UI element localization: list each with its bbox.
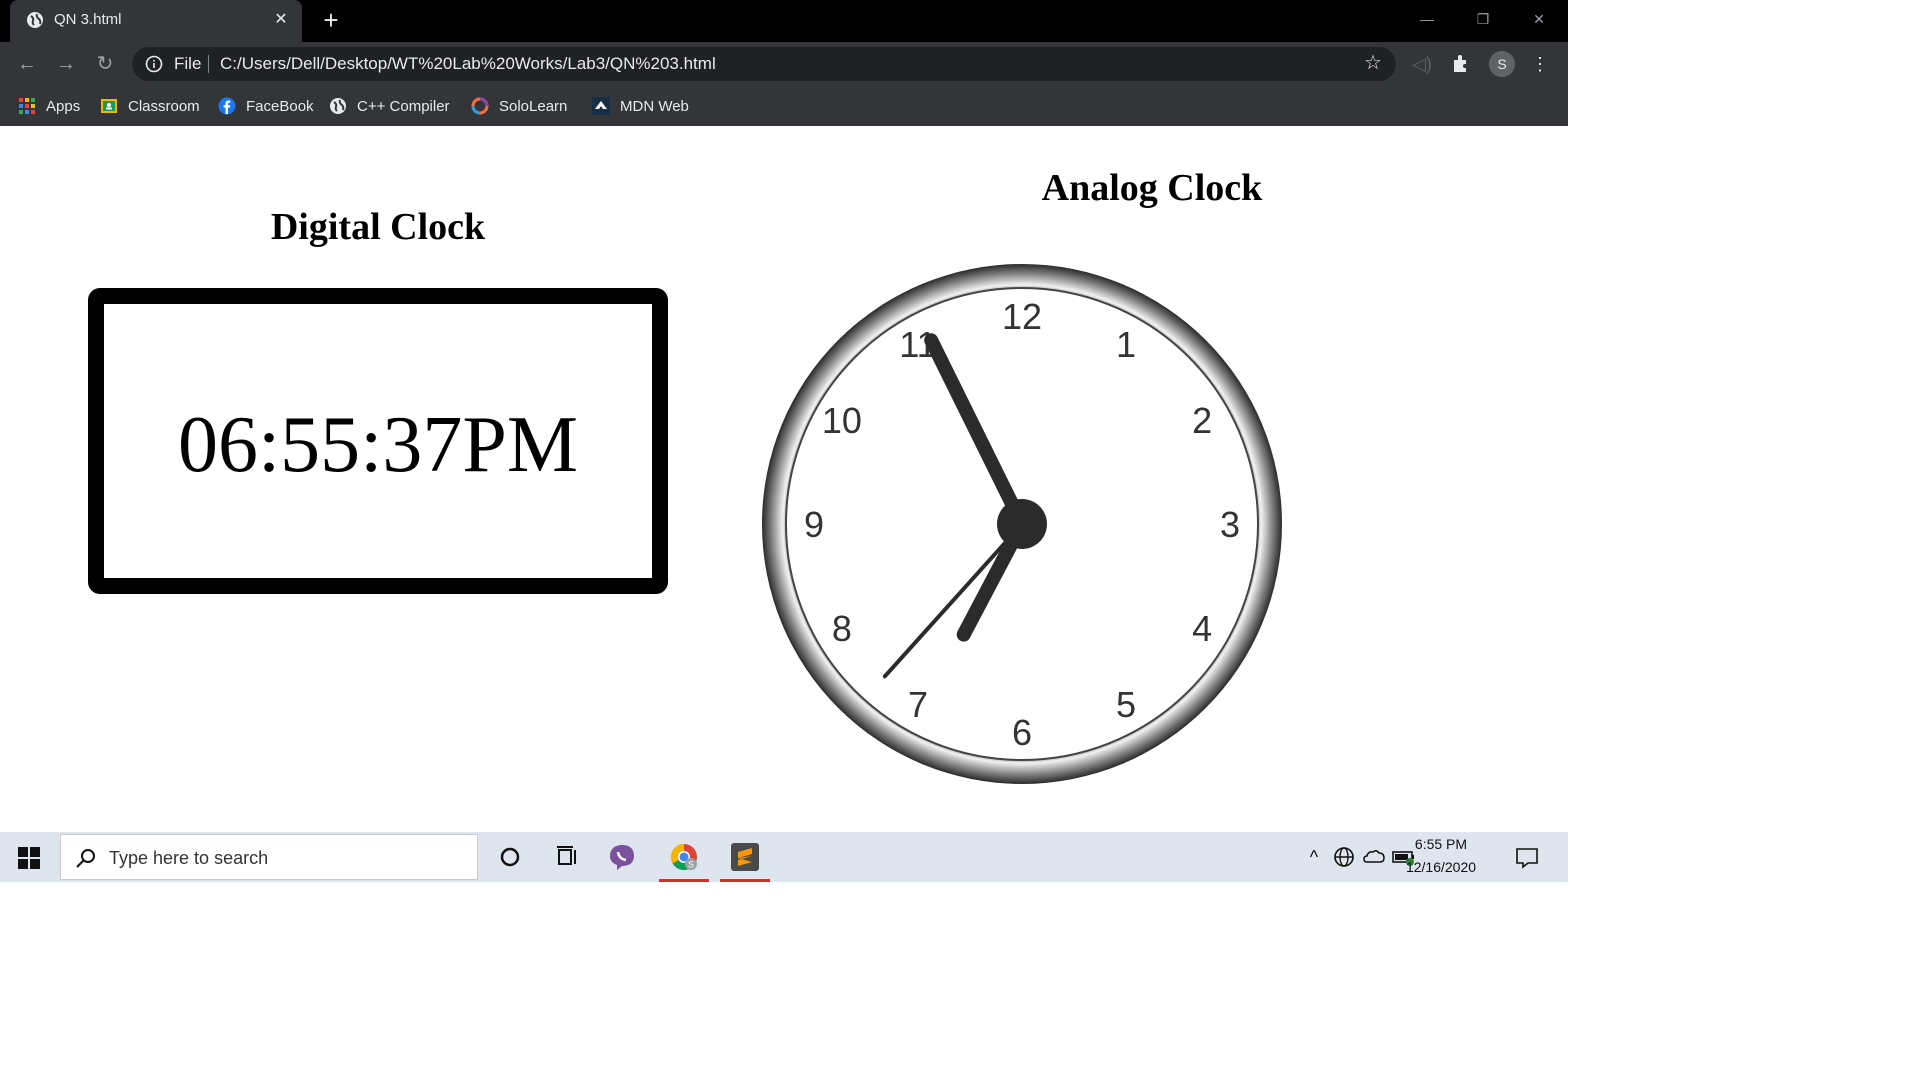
clock-center-cap xyxy=(997,499,1047,549)
bookmark-apps[interactable]: Apps xyxy=(18,94,80,118)
notifications-icon[interactable] xyxy=(1514,842,1540,872)
minimize-icon[interactable]: — xyxy=(1412,8,1442,30)
bookmark-label: MDN Web xyxy=(620,97,689,115)
windows-start-icon[interactable] xyxy=(18,847,40,869)
restore-icon[interactable]: ❐ xyxy=(1468,8,1498,30)
media-icon[interactable]: ◁) xyxy=(1410,52,1434,76)
task-view-icon[interactable] xyxy=(553,842,583,872)
digital-clock-frame: 06:55:37PM xyxy=(88,288,668,594)
bookmark-label: Apps xyxy=(46,97,81,115)
clock-numeral-8: 8 xyxy=(832,608,852,649)
clock-numeral-2: 2 xyxy=(1192,400,1212,441)
search-icon xyxy=(76,849,95,868)
svg-text:S: S xyxy=(688,860,694,870)
clock-numeral-10: 10 xyxy=(822,400,862,441)
taskbar: Type here to search S ^ 6:55 PM 12/16/20… xyxy=(0,832,1568,882)
bookmark-label: Classroom xyxy=(128,97,200,115)
sublime-active-indicator xyxy=(720,879,770,882)
apps-grid-icon xyxy=(19,98,35,114)
globe-icon xyxy=(330,98,346,114)
address-bar[interactable]: File C:/Users/Dell/Desktop/WT%20Lab%20Wo… xyxy=(132,47,1396,81)
reload-icon[interactable]: ↻ xyxy=(91,50,119,78)
cortana-icon[interactable] xyxy=(495,842,525,872)
back-icon[interactable]: ← xyxy=(13,50,41,78)
clock-numeral-5: 5 xyxy=(1116,684,1136,725)
onedrive-icon[interactable] xyxy=(1362,842,1386,872)
menu-icon[interactable]: ⋮ xyxy=(1528,52,1552,76)
taskbar-date[interactable]: 12/16/2020 xyxy=(1396,859,1486,875)
analog-clock: 121234567891011 xyxy=(762,264,1282,784)
browser-toolbar: ← → ↻ File C:/Users/Dell/Desktop/WT%20La… xyxy=(0,42,1568,86)
classroom-icon xyxy=(101,99,117,113)
extensions-icon[interactable] xyxy=(1450,52,1474,76)
sololearn-icon xyxy=(471,97,489,115)
bookmark-label: FaceBook xyxy=(246,97,314,115)
clock-numeral-1: 1 xyxy=(1116,324,1136,365)
taskbar-time[interactable]: 6:55 PM xyxy=(1396,836,1486,852)
tab-title: QN 3.html xyxy=(54,11,122,28)
forward-icon[interactable]: → xyxy=(52,50,80,78)
search-placeholder: Type here to search xyxy=(109,848,269,868)
sublime-text-icon[interactable] xyxy=(730,842,760,872)
bookmark-classroom[interactable]: Classroom xyxy=(100,94,200,118)
profile-avatar[interactable]: S xyxy=(1489,51,1515,77)
viber-icon[interactable] xyxy=(607,842,637,872)
clock-numeral-12: 12 xyxy=(1002,296,1042,337)
facebook-icon xyxy=(218,97,236,115)
info-icon[interactable] xyxy=(145,55,163,73)
globe-icon xyxy=(27,12,43,28)
scheme-label: File xyxy=(174,54,202,73)
analog-clock-heading: Analog Clock xyxy=(1041,167,1263,209)
network-globe-icon[interactable] xyxy=(1332,842,1356,872)
digital-clock-heading: Digital Clock xyxy=(270,206,486,248)
mdn-icon xyxy=(592,97,610,115)
clock-numeral-3: 3 xyxy=(1220,504,1240,545)
taskbar-search-box[interactable]: Type here to search xyxy=(60,834,478,880)
chevron-up-icon[interactable]: ^ xyxy=(1302,842,1326,872)
digital-clock-face: 06:55:37PM xyxy=(104,304,652,578)
bookmark-sololearn[interactable]: SoloLearn xyxy=(471,94,567,118)
bookmarks-bar: Apps Classroom FaceBook C++ Compiler Sol… xyxy=(0,86,1568,126)
omnibox-divider xyxy=(208,55,209,73)
clock-numeral-7: 7 xyxy=(908,684,928,725)
bookmark-mdn[interactable]: MDN Web xyxy=(592,94,689,118)
url-text[interactable]: C:/Users/Dell/Desktop/WT%20Lab%20Works/L… xyxy=(220,54,716,74)
close-window-icon[interactable]: ✕ xyxy=(1524,8,1554,30)
new-tab-button[interactable]: + xyxy=(319,7,343,33)
clock-numeral-6: 6 xyxy=(1012,712,1032,753)
bookmark-star-icon[interactable]: ☆ xyxy=(1362,52,1384,74)
bookmark-cpp-compiler[interactable]: C++ Compiler xyxy=(329,94,450,118)
bookmark-label: SoloLearn xyxy=(499,97,568,115)
clock-numeral-4: 4 xyxy=(1192,608,1212,649)
tab-bar: QN 3.html ✕ + — ❐ ✕ xyxy=(0,0,1568,42)
browser-tab[interactable]: QN 3.html ✕ xyxy=(10,0,302,42)
close-tab-icon[interactable]: ✕ xyxy=(270,9,292,31)
clock-numeral-9: 9 xyxy=(804,504,824,545)
chrome-icon[interactable]: S xyxy=(669,842,699,872)
bookmark-facebook[interactable]: FaceBook xyxy=(218,94,314,118)
bookmark-label: C++ Compiler xyxy=(357,97,450,115)
digital-clock-time: 06:55:37PM xyxy=(177,401,579,489)
chrome-active-indicator xyxy=(659,879,709,882)
